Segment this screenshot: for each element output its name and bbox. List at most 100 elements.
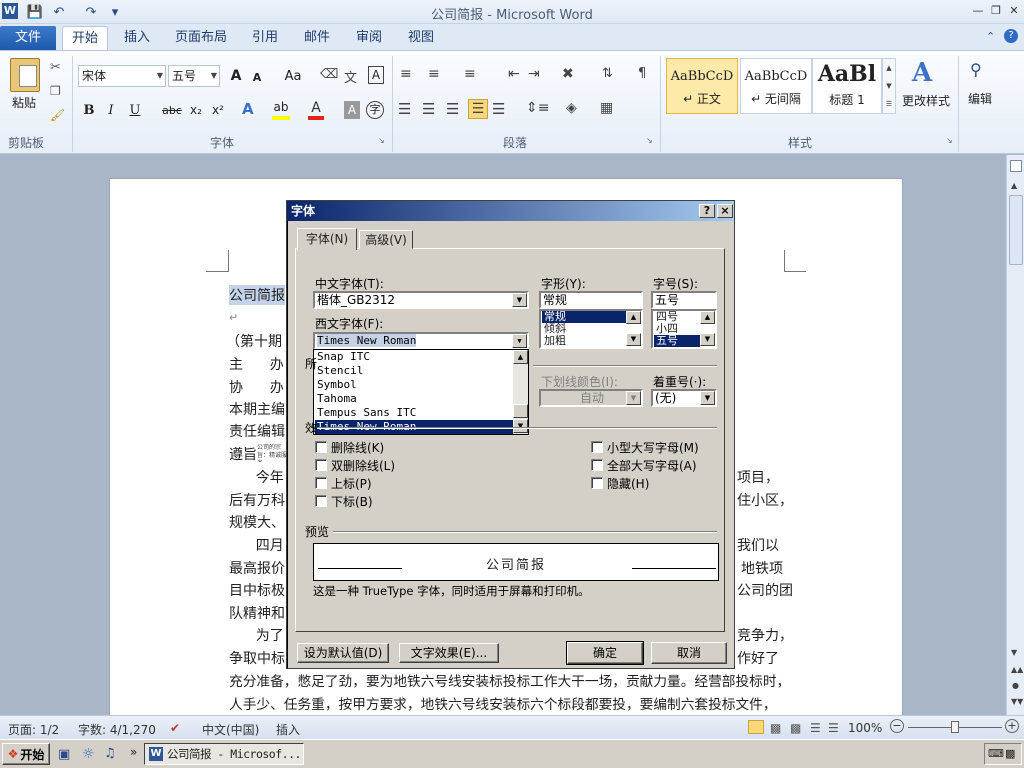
tab-file[interactable]: 文件 [0, 26, 56, 50]
style-normal[interactable]: AaBbCcD ↵ 正文 [666, 58, 738, 114]
chinese-layout-icon[interactable]: ✖ [562, 66, 574, 82]
tab-home[interactable]: 开始 [62, 26, 108, 50]
double-strikethrough-checkbox[interactable] [315, 459, 327, 471]
more-icon[interactable]: » [130, 745, 137, 759]
strikethrough-label[interactable]: 删除线(K) [331, 439, 384, 456]
cn-font-select[interactable]: 楷体_GB2312 ▼ [313, 291, 529, 309]
subscript-label[interactable]: 下标(B) [331, 493, 373, 510]
doc-line[interactable]: 今年 [229, 467, 284, 487]
tab-advanced[interactable]: 高级(V) [359, 230, 413, 249]
shrink-font-button[interactable]: A [248, 69, 266, 85]
keyboard-icon[interactable]: ⌨ [988, 747, 1004, 760]
desktop-icon[interactable]: ▣ [58, 747, 70, 762]
style-heading-1[interactable]: AaBl 标题 1 [812, 58, 882, 114]
highlight-icon[interactable]: ab [272, 100, 290, 120]
superscript-button[interactable]: x² [208, 101, 228, 119]
outline-icon[interactable]: ☰ [810, 721, 821, 735]
grow-font-button[interactable]: A [226, 67, 246, 85]
chevron-down-icon[interactable]: ▼ [512, 293, 527, 307]
chevron-down-icon[interactable]: ▼ [211, 66, 217, 86]
page-count[interactable]: 页面: 1/2 [8, 721, 59, 738]
chevron-down-icon[interactable]: ▼ [512, 334, 527, 348]
style-input[interactable]: 常规 [539, 291, 643, 309]
scroll-up-icon[interactable]: ▲ [1011, 181, 1017, 190]
zoom-level[interactable]: 100% [848, 721, 882, 735]
strikethrough-button[interactable]: abc [160, 101, 184, 119]
close-button[interactable]: × [717, 204, 733, 218]
proofing-icon[interactable]: ✔ [170, 721, 180, 735]
minimize-icon[interactable]: — [970, 2, 986, 18]
align-left-icon[interactable]: ☰ [398, 100, 411, 118]
style-list[interactable]: 常规 倾斜 加粗 ▲ ▼ [539, 309, 643, 349]
next-page-icon[interactable]: ▼▼ [1011, 697, 1023, 706]
subscript-button[interactable]: x₂ [186, 101, 206, 119]
tab-insert[interactable]: 插入 [118, 26, 156, 50]
phonetic-guide-icon[interactable]: 文 [344, 67, 357, 86]
superscript-checkbox[interactable] [315, 477, 327, 489]
increase-indent-icon[interactable]: ⇥ [528, 66, 540, 82]
network-icon[interactable]: ▩ [1005, 747, 1015, 760]
font-size-combo[interactable]: 五号 ▼ [168, 65, 220, 87]
font-list-item[interactable]: Symbol [315, 378, 511, 392]
size-input[interactable]: 五号 [651, 291, 717, 309]
chevron-down-icon[interactable]: ▼ [700, 391, 715, 405]
ie-icon[interactable]: ☼ [82, 746, 95, 762]
enclosed-char-icon[interactable]: A [368, 66, 384, 84]
decrease-indent-icon[interactable]: ⇤ [508, 66, 520, 82]
underline-button[interactable]: U [126, 101, 144, 119]
show-marks-icon[interactable]: ¶ [638, 66, 646, 81]
print-layout-icon[interactable] [748, 720, 764, 734]
style-list-item[interactable]: 加粗 [542, 335, 626, 347]
hidden-checkbox[interactable] [591, 477, 603, 489]
superscript-label[interactable]: 上标(P) [331, 475, 372, 492]
help-icon[interactable]: ? [1004, 29, 1018, 43]
doc-line[interactable]: 主 办 [229, 354, 284, 374]
paste-button[interactable]: 粘贴 [6, 94, 42, 110]
hidden-label[interactable]: 隐藏(H) [607, 475, 649, 492]
italic-button[interactable]: I [102, 101, 120, 119]
copy-icon[interactable]: ❐ [50, 84, 61, 98]
multilevel-list-icon[interactable]: ≡ [464, 66, 476, 82]
doc-line[interactable]: 遵旨 [229, 444, 257, 464]
cancel-button[interactable]: 取消 [651, 642, 727, 664]
change-case-button[interactable]: Aa [280, 67, 306, 85]
doc-line[interactable]: 目中标极 [229, 580, 285, 600]
size-list[interactable]: 四号 小四 五号 ▲ ▼ [651, 309, 717, 349]
ruler-toggle-icon[interactable] [1010, 160, 1022, 172]
zoom-thumb[interactable] [951, 721, 959, 733]
distributed-icon[interactable]: ☰ [492, 100, 505, 118]
emphasis-select[interactable]: (无) ▼ [651, 389, 717, 407]
doc-line[interactable]: 四月 [229, 535, 284, 555]
scroll-down-icon[interactable]: ▼ [700, 333, 715, 346]
scroll-up-icon[interactable]: ▲ [700, 311, 715, 324]
change-styles-button[interactable]: 更改样式 [900, 92, 952, 108]
doc-line[interactable]: 后有万科 [229, 490, 285, 510]
font-color-icon[interactable]: A [308, 100, 324, 120]
prev-page-icon[interactable]: ▲▲ [1011, 665, 1023, 674]
scroll-down-icon[interactable]: ▼ [1011, 648, 1017, 657]
tab-review[interactable]: 审阅 [350, 26, 388, 50]
bold-button[interactable]: B [80, 101, 98, 119]
set-default-button[interactable]: 设为默认值(D) [297, 643, 389, 663]
doc-line[interactable]: 公司简报 [229, 285, 285, 305]
change-styles-icon[interactable]: A [912, 58, 932, 88]
styles-dialog-launcher-icon[interactable]: ↘ [946, 136, 953, 145]
browse-object-icon[interactable]: ● [1012, 681, 1019, 690]
media-icon[interactable]: ♫ [104, 746, 116, 761]
close-icon[interactable]: ✕ [1006, 2, 1022, 18]
doc-line[interactable]: 队精神和 [229, 603, 285, 623]
doc-line[interactable]: 为了 [229, 625, 284, 645]
numbering-icon[interactable]: ≡ [428, 66, 440, 82]
vertical-scrollbar[interactable]: ▲ ▼ ▲▲ ● ▼▼ [1006, 155, 1024, 715]
styles-scroll[interactable]: ▲ ▼ ☰ [882, 58, 896, 114]
font-list-item[interactable]: Stencil [315, 364, 511, 378]
scroll-thumb[interactable] [1009, 195, 1023, 265]
zoom-out-icon[interactable]: − [890, 719, 904, 733]
small-caps-label[interactable]: 小型大写字母(M) [607, 439, 699, 456]
text-effects-button[interactable]: 文字效果(E)... [399, 643, 499, 663]
web-layout-icon[interactable]: ▩ [790, 721, 801, 735]
reading-layout-icon[interactable]: ▩ [770, 721, 781, 735]
tab-mailings[interactable]: 邮件 [298, 26, 336, 50]
tab-font[interactable]: 字体(N) [297, 228, 357, 250]
cut-icon[interactable]: ✂ [50, 60, 61, 75]
